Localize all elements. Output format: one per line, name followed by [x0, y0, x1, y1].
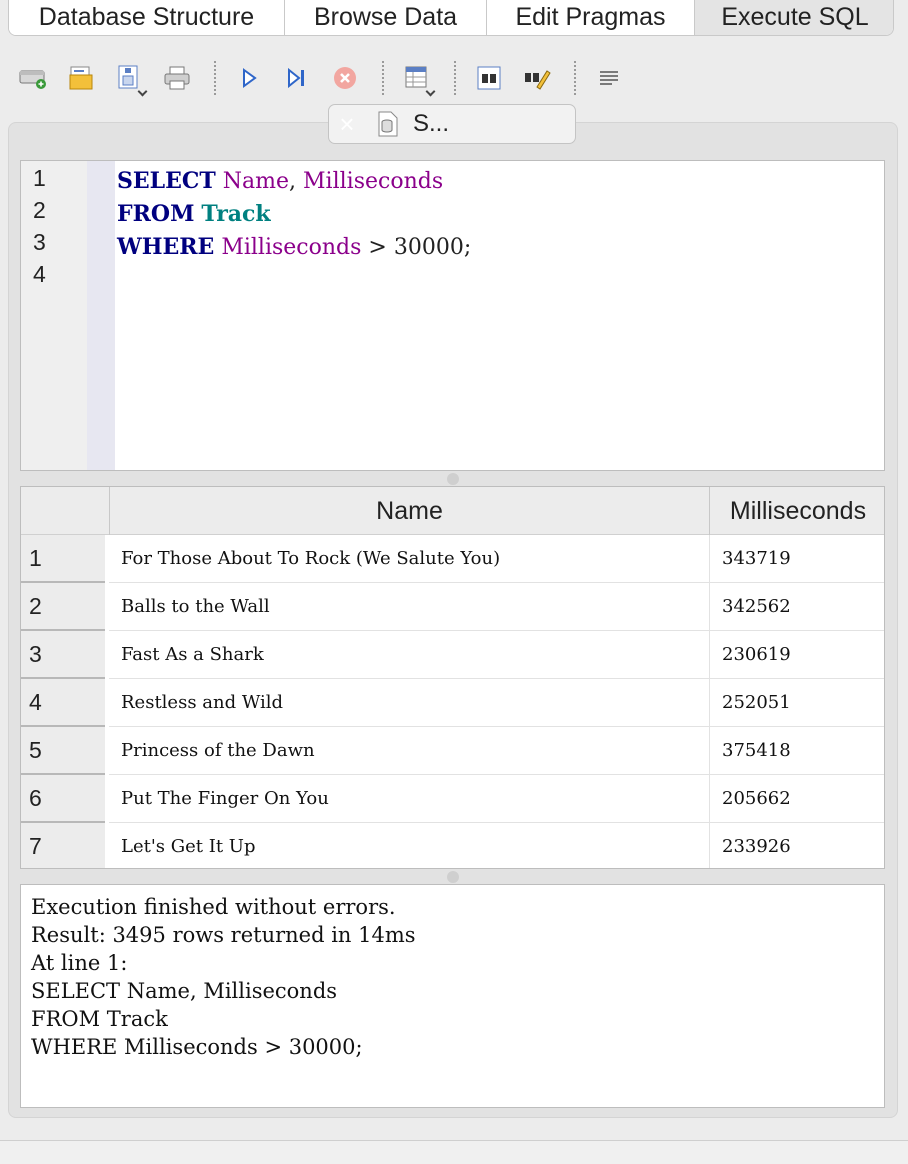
column-milliseconds: Milliseconds — [221, 235, 362, 260]
cell-milliseconds[interactable]: 343719 — [709, 535, 884, 583]
cell-milliseconds[interactable]: 205662 — [709, 775, 884, 823]
column-milliseconds: Milliseconds — [303, 169, 444, 194]
tab-database-structure[interactable]: Database Structure — [9, 0, 285, 35]
find-replace-icon[interactable] — [522, 63, 552, 93]
keyword-from: FROM — [117, 201, 195, 227]
row-header[interactable]: 6 — [21, 775, 105, 823]
open-tab-icon[interactable] — [18, 63, 48, 93]
line-number: 2 — [33, 197, 46, 223]
message-line: FROM Track — [31, 1007, 168, 1031]
splitter-handle[interactable] — [447, 871, 459, 883]
tab-execute-sql[interactable]: Execute SQL — [695, 0, 893, 35]
condition-tail: > 30000; — [361, 235, 472, 260]
keyword-where: WHERE — [117, 234, 215, 260]
cell-name[interactable]: Princess of the Dawn — [109, 727, 709, 775]
table-row[interactable]: 1 For Those About To Rock (We Salute You… — [21, 535, 884, 583]
column-name: Name — [222, 169, 290, 194]
sql-file-icon — [375, 110, 401, 138]
row-header[interactable]: 7 — [21, 823, 105, 868]
code-line-3: WHERE Milliseconds > 30000; — [117, 231, 471, 264]
sql-document-tab[interactable]: × S... — [328, 104, 576, 144]
toolbar-separator — [574, 61, 576, 95]
cell-name[interactable]: For Those About To Rock (We Salute You) — [109, 535, 709, 583]
cell-name[interactable]: Let's Get It Up — [109, 823, 709, 868]
table-row[interactable]: 7 Let's Get It Up 233926 — [21, 823, 884, 868]
cell-milliseconds[interactable]: 375418 — [709, 727, 884, 775]
find-icon[interactable] — [474, 63, 504, 93]
grid-corner[interactable] — [21, 487, 109, 535]
stop-icon[interactable] — [330, 63, 360, 93]
execute-all-icon[interactable] — [234, 63, 264, 93]
code-line-2: FROM Track — [117, 198, 471, 231]
toolbar-separator — [454, 61, 456, 95]
sql-toolbar — [18, 58, 878, 98]
table-row[interactable]: 2 Balls to the Wall 342562 — [21, 583, 884, 631]
table-row[interactable]: 3 Fast As a Shark 230619 — [21, 631, 884, 679]
message-line: At line 1: — [31, 951, 128, 975]
message-line: WHERE Milliseconds > 30000; — [31, 1035, 363, 1059]
message-line: SELECT Name, Milliseconds — [31, 979, 338, 1003]
line-number: 3 — [33, 229, 46, 255]
row-header[interactable]: 1 — [21, 535, 105, 583]
line-number: 1 — [33, 165, 46, 191]
save-results-icon[interactable] — [402, 63, 436, 97]
execution-message-pane[interactable]: Execution finished without errors. Resul… — [20, 884, 885, 1108]
row-header[interactable]: 2 — [21, 583, 105, 631]
toolbar-separator — [214, 61, 216, 95]
message-line: Result: 3495 rows returned in 14ms — [31, 923, 416, 947]
results-grid[interactable]: Name Milliseconds 1 For Those About To R… — [20, 486, 885, 869]
toolbar-separator — [382, 61, 384, 95]
comment-icon[interactable] — [594, 63, 624, 93]
row-header[interactable]: 3 — [21, 631, 105, 679]
table-row[interactable]: 6 Put The Finger On You 205662 — [21, 775, 884, 823]
execute-line-icon[interactable] — [282, 63, 312, 93]
row-header[interactable]: 5 — [21, 727, 105, 775]
keyword-select: SELECT — [117, 168, 216, 194]
splitter-handle[interactable] — [447, 473, 459, 485]
cell-milliseconds[interactable]: 230619 — [709, 631, 884, 679]
tab-edit-pragmas[interactable]: Edit Pragmas — [487, 0, 695, 35]
sql-editor[interactable]: 1 2 3 4 SELECT Name, Milliseconds FROM Tr… — [20, 160, 885, 471]
message-line: Execution finished without errors. — [31, 895, 396, 919]
sql-code[interactable]: SELECT Name, Milliseconds FROM Track WHERE… — [117, 165, 471, 264]
save-file-icon[interactable] — [114, 63, 148, 97]
cell-milliseconds[interactable]: 252051 — [709, 679, 884, 727]
column-header-name[interactable]: Name — [109, 487, 709, 535]
close-icon[interactable]: × — [329, 104, 365, 144]
cell-milliseconds[interactable]: 233926 — [709, 823, 884, 868]
code-line-1: SELECT Name, Milliseconds — [117, 165, 471, 198]
open-file-icon[interactable] — [66, 63, 96, 93]
tab-browse-data[interactable]: Browse Data — [285, 0, 487, 35]
comma: , — [289, 169, 304, 194]
cell-milliseconds[interactable]: 342562 — [709, 583, 884, 631]
table-row[interactable]: 5 Princess of the Dawn 375418 — [21, 727, 884, 775]
table-track: Track — [201, 201, 271, 227]
row-header[interactable]: 4 — [21, 679, 105, 727]
print-icon[interactable] — [162, 63, 192, 93]
grid-header: Name Milliseconds — [21, 487, 884, 535]
fold-margin — [87, 161, 115, 470]
table-row[interactable]: 4 Restless and Wild 252051 — [21, 679, 884, 727]
cell-name[interactable]: Fast As a Shark — [109, 631, 709, 679]
cell-name[interactable]: Restless and Wild — [109, 679, 709, 727]
column-header-milliseconds[interactable]: Milliseconds — [709, 487, 884, 535]
cell-name[interactable]: Put The Finger On You — [109, 775, 709, 823]
main-tab-bar: Database Structure Browse Data Edit Prag… — [8, 0, 894, 36]
bottom-bar — [0, 1140, 908, 1164]
sql-document-title: S... — [413, 110, 450, 137]
cell-name[interactable]: Balls to the Wall — [109, 583, 709, 631]
line-number: 4 — [33, 261, 46, 287]
